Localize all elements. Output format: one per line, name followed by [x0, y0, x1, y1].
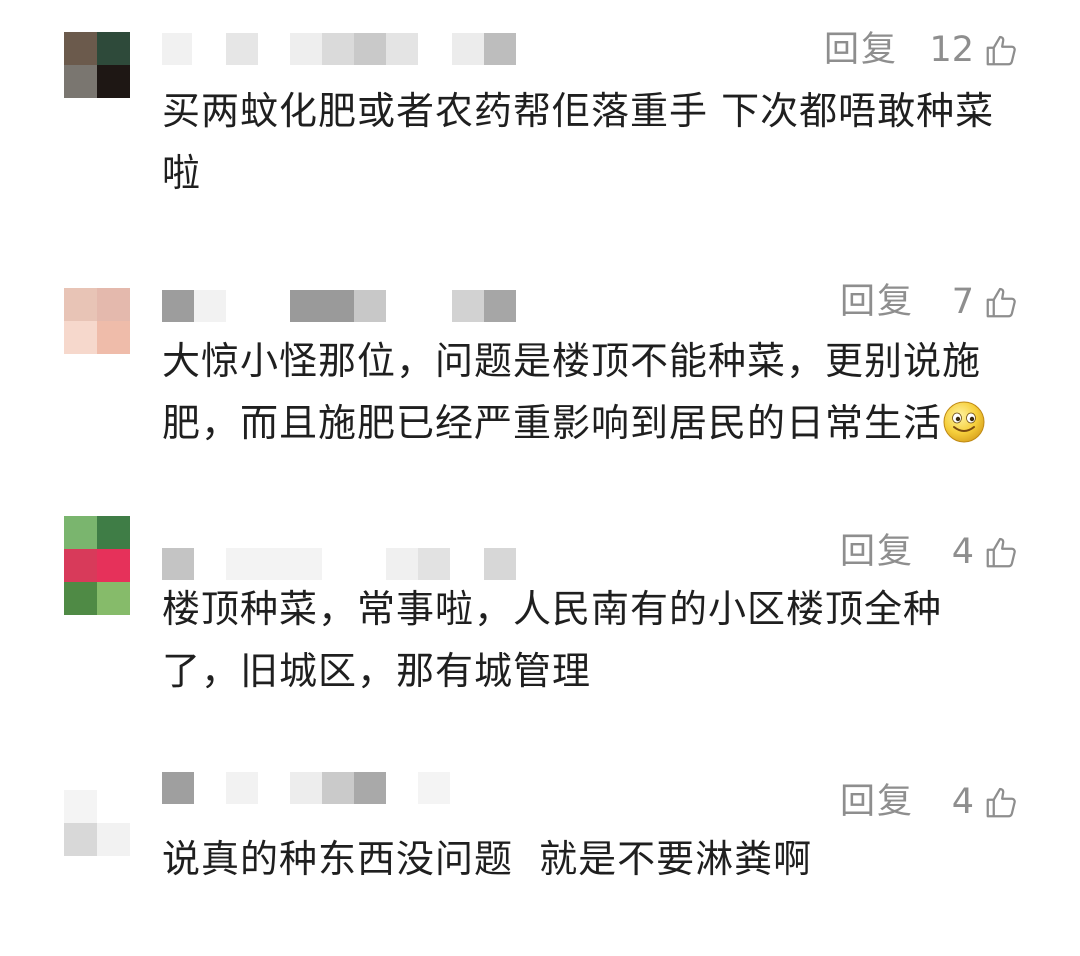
comment-item: 回复 12 买两蚊化肥或者农药帮佢落重手 下次都唔敢种菜啦 — [0, 0, 1080, 230]
thumbs-up-icon[interactable] — [984, 534, 1020, 570]
thumbs-up-icon[interactable] — [984, 32, 1020, 68]
reply-button[interactable]: 回复 — [824, 30, 898, 70]
avatar-bottom — [64, 582, 130, 615]
comment-text-content: 大惊小怪那位，问题是楼顶不能种菜，更别说施肥，而且施肥已经严重影响到居民的日常生… — [162, 339, 982, 445]
comment-item: 回复 4 楼顶种菜，常事啦，人民南有的小区楼顶全种了，旧城区，那有城管理 — [0, 500, 1080, 750]
username-blurred[interactable] — [162, 548, 522, 580]
like-count: 7 — [951, 282, 974, 322]
smile-emoji — [943, 401, 985, 443]
avatar[interactable] — [64, 32, 130, 98]
username-blurred[interactable] — [162, 290, 522, 322]
like-count: 12 — [929, 30, 974, 70]
avatar[interactable] — [64, 288, 130, 354]
thumbs-up-icon[interactable] — [984, 784, 1020, 820]
reply-button[interactable]: 回复 — [840, 532, 914, 572]
comment-text: 买两蚊化肥或者农药帮佢落重手 下次都唔敢种菜啦 — [162, 89, 995, 195]
reply-button[interactable]: 回复 — [840, 282, 914, 322]
username-blurred[interactable] — [162, 772, 522, 804]
comment-item: 回复 4 说真的种东西没问题 就是不要淋粪啊 — [0, 750, 1080, 956]
comment-text: 说真的种东西没问题 就是不要淋粪啊 — [162, 837, 813, 881]
username-blurred[interactable] — [162, 33, 522, 65]
like-count: 4 — [951, 532, 974, 572]
like-count: 4 — [951, 782, 974, 822]
comment-item: 回复 7 大惊小怪那位，问题是楼顶不能种菜，更别说施肥，而且施肥已经严重影响到居… — [0, 230, 1080, 500]
comment-text: 大惊小怪那位，问题是楼顶不能种菜，更别说施肥，而且施肥已经严重影响到居民的日常生… — [162, 330, 1032, 454]
reply-button[interactable]: 回复 — [840, 782, 914, 822]
thumbs-up-icon[interactable] — [984, 284, 1020, 320]
comment-text: 楼顶种菜，常事啦，人民南有的小区楼顶全种了，旧城区，那有城管理 — [162, 587, 943, 693]
avatar[interactable] — [64, 516, 130, 582]
avatar[interactable] — [64, 790, 130, 856]
